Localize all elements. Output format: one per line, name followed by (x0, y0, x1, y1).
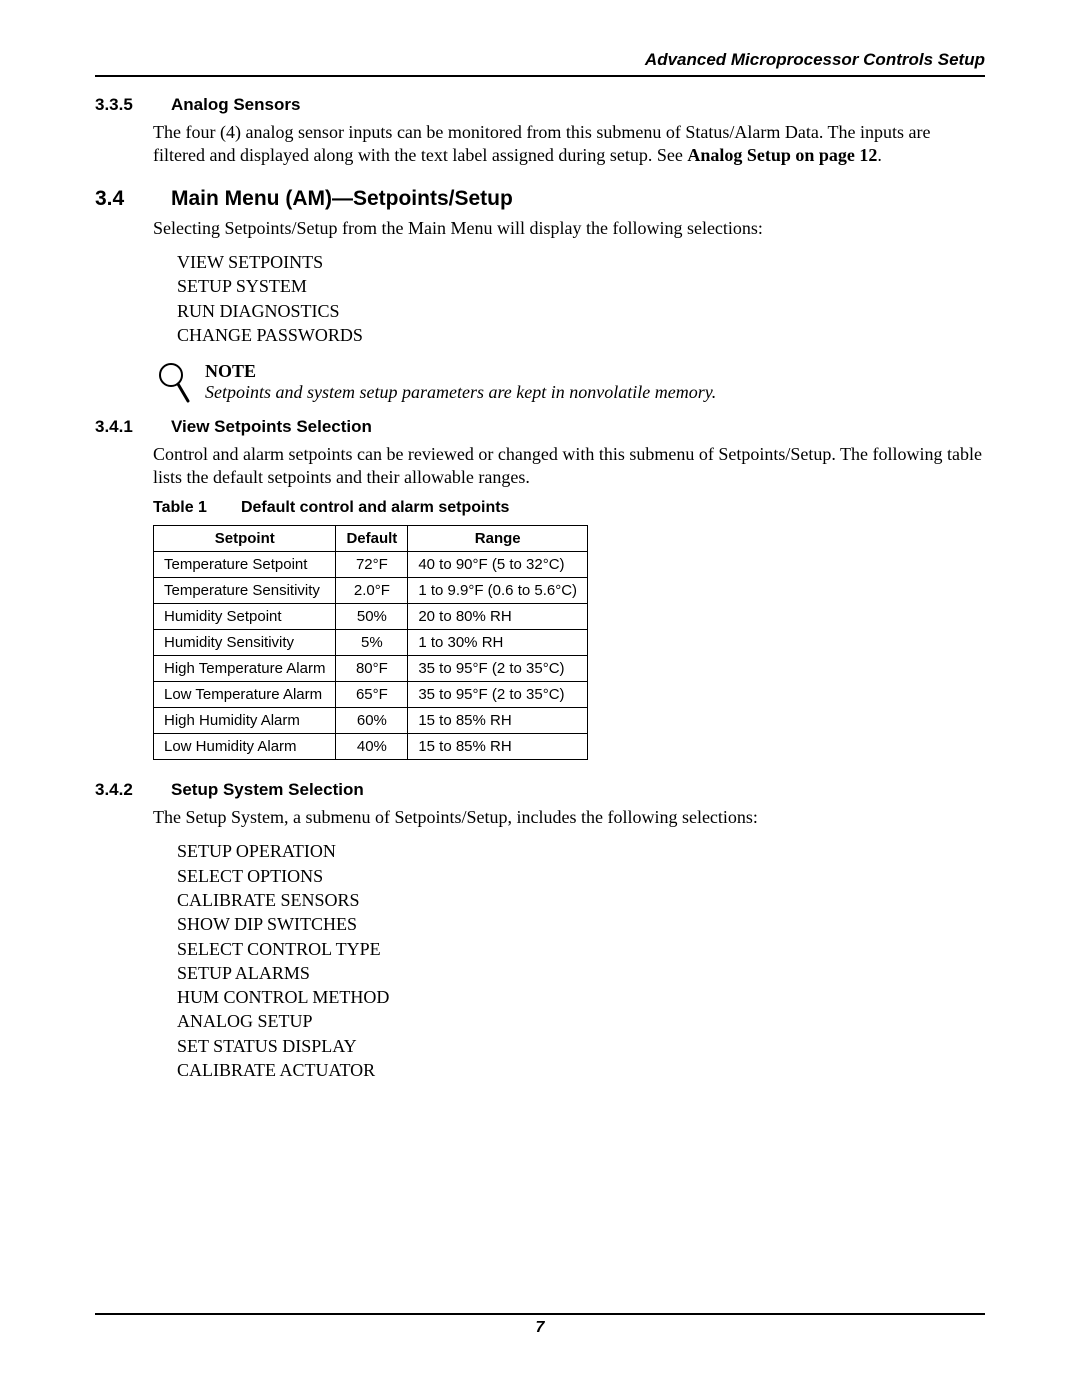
cell-setpoint: Low Humidity Alarm (154, 734, 336, 760)
cell-range: 1 to 9.9°F (0.6 to 5.6°C) (408, 578, 588, 604)
cell-range: 35 to 95°F (2 to 35°C) (408, 656, 588, 682)
table-header-row: Setpoint Default Range (154, 526, 588, 552)
list-item: ANALOG SETUP (177, 1009, 985, 1033)
list-item: SHOW DIP SWITCHES (177, 912, 985, 936)
note-label: NOTE (205, 361, 716, 382)
section-342-heading: 3.4.2 Setup System Selection (95, 780, 985, 800)
list-item: CHANGE PASSWORDS (177, 323, 985, 347)
table-row: High Humidity Alarm60%15 to 85% RH (154, 708, 588, 734)
list-item: SET STATUS DISPLAY (177, 1034, 985, 1058)
cell-setpoint: Humidity Setpoint (154, 604, 336, 630)
section-title: Setup System Selection (171, 780, 364, 800)
body-bold-ref: Analog Setup on page 12 (687, 145, 877, 165)
cell-default: 72°F (336, 552, 408, 578)
table-row: Temperature Setpoint72°F40 to 90°F (5 to… (154, 552, 588, 578)
page: Advanced Microprocessor Controls Setup 3… (0, 0, 1080, 1397)
table-1-caption: Table 1 Default control and alarm setpoin… (153, 499, 985, 517)
list-item: SETUP SYSTEM (177, 274, 985, 298)
cell-range: 40 to 90°F (5 to 32°C) (408, 552, 588, 578)
section-title: Main Menu (AM)—Setpoints/Setup (171, 187, 513, 211)
page-number: 7 (536, 1319, 545, 1336)
section-number: 3.4 (95, 187, 153, 211)
section-342-body: The Setup System, a submenu of Setpoints… (153, 806, 985, 829)
list-item: RUN DIAGNOSTICS (177, 299, 985, 323)
section-341-heading: 3.4.1 View Setpoints Selection (95, 417, 985, 437)
table-row: Temperature Sensitivity2.0°F1 to 9.9°F (… (154, 578, 588, 604)
table-row: Low Temperature Alarm65°F35 to 95°F (2 t… (154, 682, 588, 708)
list-item: SETUP ALARMS (177, 961, 985, 985)
list-item: CALIBRATE ACTUATOR (177, 1058, 985, 1082)
magnifier-icon (157, 361, 191, 403)
section-number: 3.4.1 (95, 417, 153, 437)
cell-range: 20 to 80% RH (408, 604, 588, 630)
table-label: Table 1 (153, 499, 207, 516)
table-row: High Temperature Alarm80°F35 to 95°F (2 … (154, 656, 588, 682)
cell-default: 60% (336, 708, 408, 734)
list-item: CALIBRATE SENSORS (177, 888, 985, 912)
setpoints-table: Setpoint Default Range Temperature Setpo… (153, 525, 588, 760)
table-row: Low Humidity Alarm40%15 to 85% RH (154, 734, 588, 760)
section-335-body: The four (4) analog sensor inputs can be… (153, 121, 985, 167)
cell-default: 80°F (336, 656, 408, 682)
list-item: SELECT OPTIONS (177, 864, 985, 888)
col-header-default: Default (336, 526, 408, 552)
body-part-b: . (877, 145, 882, 165)
table-caption-text: Default control and alarm setpoints (241, 499, 509, 516)
list-item: SETUP OPERATION (177, 839, 985, 863)
cell-default: 5% (336, 630, 408, 656)
cell-range: 1 to 30% RH (408, 630, 588, 656)
col-header-setpoint: Setpoint (154, 526, 336, 552)
col-header-range: Range (408, 526, 588, 552)
section-34-menu-list: VIEW SETPOINTS SETUP SYSTEM RUN DIAGNOST… (177, 250, 985, 347)
cell-default: 40% (336, 734, 408, 760)
section-number: 3.3.5 (95, 95, 153, 115)
cell-range: 15 to 85% RH (408, 708, 588, 734)
table-row: Humidity Setpoint50%20 to 80% RH (154, 604, 588, 630)
cell-range: 35 to 95°F (2 to 35°C) (408, 682, 588, 708)
section-342-menu-list: SETUP OPERATIONSELECT OPTIONSCALIBRATE S… (177, 839, 985, 1082)
section-title: Analog Sensors (171, 95, 300, 115)
cell-range: 15 to 85% RH (408, 734, 588, 760)
list-item: HUM CONTROL METHOD (177, 985, 985, 1009)
section-34-intro: Selecting Setpoints/Setup from the Main … (153, 217, 985, 240)
running-header: Advanced Microprocessor Controls Setup (95, 50, 985, 77)
note-block: NOTE Setpoints and system setup paramete… (157, 361, 985, 403)
cell-setpoint: Humidity Sensitivity (154, 630, 336, 656)
cell-default: 50% (336, 604, 408, 630)
cell-default: 65°F (336, 682, 408, 708)
cell-setpoint: High Humidity Alarm (154, 708, 336, 734)
cell-setpoint: Low Temperature Alarm (154, 682, 336, 708)
page-footer: 7 (95, 1313, 985, 1337)
cell-default: 2.0°F (336, 578, 408, 604)
section-title: View Setpoints Selection (171, 417, 372, 437)
note-body: Setpoints and system setup parameters ar… (205, 382, 716, 403)
section-34-heading: 3.4 Main Menu (AM)—Setpoints/Setup (95, 187, 985, 211)
cell-setpoint: High Temperature Alarm (154, 656, 336, 682)
cell-setpoint: Temperature Setpoint (154, 552, 336, 578)
section-number: 3.4.2 (95, 780, 153, 800)
section-335-heading: 3.3.5 Analog Sensors (95, 95, 985, 115)
section-341-body: Control and alarm setpoints can be revie… (153, 443, 985, 489)
cell-setpoint: Temperature Sensitivity (154, 578, 336, 604)
list-item: VIEW SETPOINTS (177, 250, 985, 274)
table-row: Humidity Sensitivity5%1 to 30% RH (154, 630, 588, 656)
list-item: SELECT CONTROL TYPE (177, 937, 985, 961)
